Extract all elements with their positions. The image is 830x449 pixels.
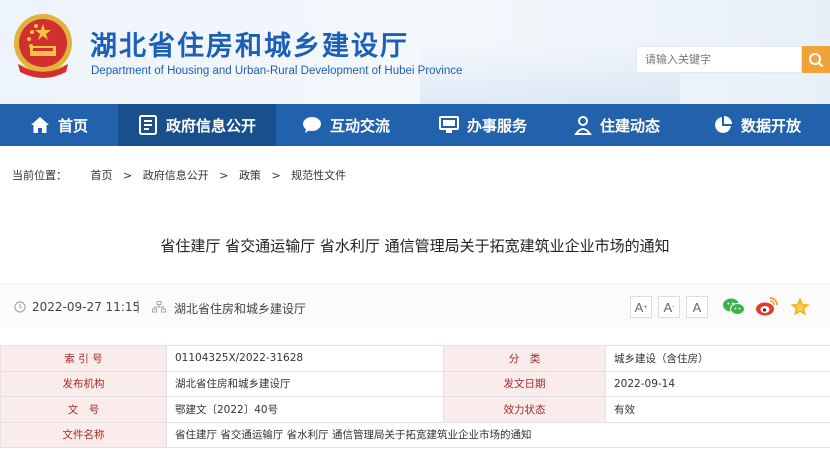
meta-label: 效力状态 (443, 396, 606, 423)
breadcrumb-link-policy[interactable]: 政策 (239, 169, 261, 182)
breadcrumb-link-gov-info[interactable]: 政府信息公开 (143, 169, 209, 182)
font-button-label: A (663, 299, 673, 315)
pie-chart-icon (715, 116, 732, 133)
font-size-default-button[interactable]: A- (658, 296, 680, 318)
meta-value: 省住建厅 省交通运输厅 省水利厅 通信管理局关于拓宽建筑业企业市场的通知 (166, 421, 830, 448)
national-emblem-icon (14, 14, 72, 78)
breadcrumb-prefix: 当前位置： (12, 169, 67, 182)
nav-item-news[interactable]: 住建动态 (550, 104, 684, 146)
article-info-bar: 2022-09-27 11:15 | 湖北省住房和城乡建设厅 A + A- A (0, 283, 830, 327)
font-size-small-button[interactable]: A (686, 296, 708, 318)
site-subtitle: Department of Housing and Urban-Rural De… (91, 65, 463, 77)
home-icon (30, 117, 49, 133)
breadcrumb: 当前位置： 首页 > 政府信息公开 > 政策 > 规范性文件 (12, 167, 352, 183)
meta-value: 01104325X/2022-31628 (166, 345, 444, 372)
breadcrumb-link-home[interactable]: 首页 (91, 169, 113, 182)
article-title: 省住建厅 省交通运输厅 省水利厅 通信管理局关于拓宽建筑业企业市场的通知 (160, 237, 670, 255)
document-list-icon (138, 115, 157, 135)
meta-label: 发布机构 (0, 370, 167, 397)
site-title: 湖北省住房和城乡建设厅 (90, 31, 409, 62)
search-icon (809, 52, 824, 67)
table-row: 索 引 号 01104325X/2022-31628 分 类 城乡建设（含住房） (0, 345, 830, 372)
nav-item-label: 互动交流 (329, 116, 390, 135)
nav-item-label: 政府信息公开 (165, 116, 256, 135)
meta-label: 分 类 (443, 345, 606, 372)
person-icon (574, 116, 592, 135)
breadcrumb-link-normative[interactable]: 规范性文件 (291, 169, 346, 182)
main-nav: 首页 政府信息公开 互动交流 办事服务 住建动态 数据开放 (0, 104, 830, 146)
search-button[interactable] (802, 46, 830, 73)
meta-value: 城乡建设（含住房） (605, 345, 830, 372)
table-row: 文件名称 省住建厅 省交通运输厅 省水利厅 通信管理局关于拓宽建筑业企业市场的通… (0, 421, 830, 448)
document-meta-table: 索 引 号 01104325X/2022-31628 分 类 城乡建设（含住房）… (0, 345, 830, 448)
breadcrumb-separator: > (123, 169, 133, 182)
nav-item-home[interactable]: 首页 (0, 104, 118, 146)
meta-value: 有效 (605, 396, 830, 423)
nav-item-label: 办事服务 (466, 116, 527, 135)
breadcrumb-separator: > (271, 169, 281, 182)
favorite-star-icon[interactable] (789, 296, 811, 318)
nav-item-open-data[interactable]: 数据开放 (684, 104, 830, 146)
meta-label: 发文日期 (443, 370, 606, 397)
font-button-label: A (634, 299, 644, 315)
nav-item-services[interactable]: 办事服务 (416, 104, 550, 146)
meta-label: 索 引 号 (0, 345, 167, 372)
chat-bubble-icon (302, 117, 321, 133)
meta-label: 文件名称 (0, 421, 167, 448)
nav-item-label: 住建动态 (599, 116, 660, 135)
font-size-large-button[interactable]: A + (630, 296, 652, 318)
organization-icon (152, 301, 166, 313)
weibo-icon[interactable] (755, 296, 779, 318)
wechat-icon[interactable] (722, 296, 746, 318)
clock-icon (14, 301, 26, 313)
article-source: 湖北省住房和城乡建设厅 (174, 302, 307, 316)
font-button-label: A (692, 299, 702, 315)
meta-value: 湖北省住房和城乡建设厅 (166, 370, 444, 397)
meta-value: 鄂建文〔2022〕40号 (166, 396, 444, 423)
info-divider: | (136, 299, 141, 313)
meta-value: 2022-09-14 (605, 370, 830, 397)
table-row: 发布机构 湖北省住房和城乡建设厅 发文日期 2022-09-14 (0, 370, 830, 397)
publish-date: 2022-09-27 11:15 (32, 300, 141, 314)
meta-label: 文 号 (0, 396, 167, 423)
table-row: 文 号 鄂建文〔2022〕40号 效力状态 有效 (0, 396, 830, 423)
monitor-icon (438, 116, 459, 133)
search-input[interactable]: 请输入关键字 (636, 46, 802, 73)
nav-item-gov-info[interactable]: 政府信息公开 (118, 104, 276, 146)
nav-item-interaction[interactable]: 互动交流 (276, 104, 416, 146)
nav-item-label: 数据开放 (740, 116, 801, 135)
site-header: 湖北省住房和城乡建设厅 Department of Housing and Ur… (0, 0, 830, 104)
breadcrumb-separator: > (219, 169, 229, 182)
nav-item-label: 首页 (57, 116, 88, 135)
